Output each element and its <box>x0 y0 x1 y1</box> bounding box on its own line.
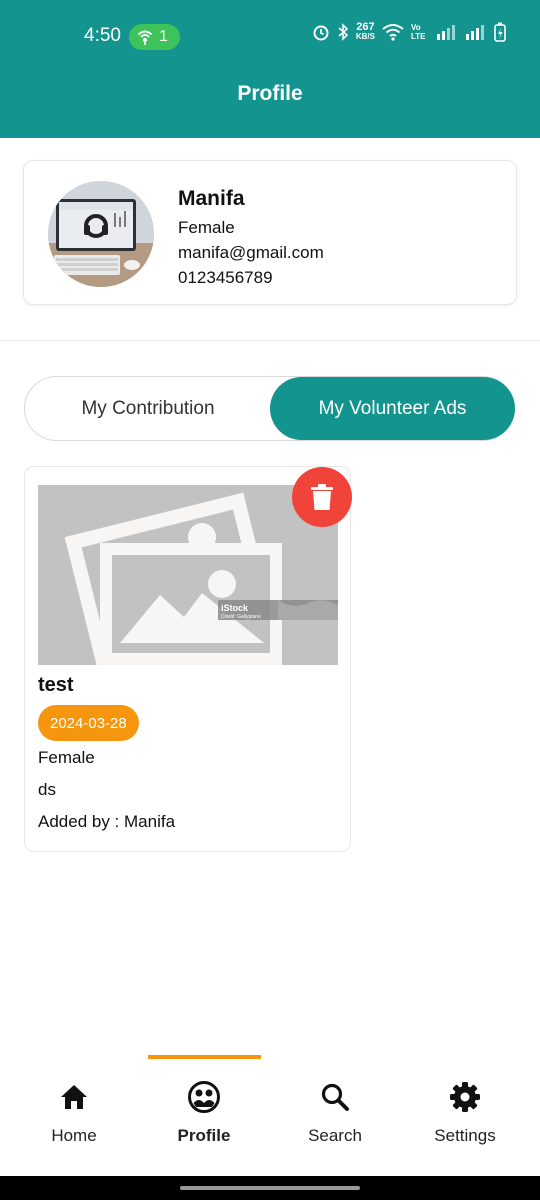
ad-title: test <box>38 674 74 696</box>
avatar-image <box>48 181 154 287</box>
delete-button[interactable] <box>292 467 352 527</box>
nav-item-home[interactable]: Home <box>9 1080 139 1146</box>
nav-label-search: Search <box>308 1126 362 1145</box>
gear-icon <box>448 1080 482 1114</box>
image-placeholder-icon: iStock Credit: Gallypiano <box>38 485 338 665</box>
status-icons: 267 KB/S Vo LTE <box>312 22 506 42</box>
bluetooth-icon <box>338 23 349 41</box>
status-bar: 4:50 1 267 KB/S Vo LTE <box>0 0 540 72</box>
segmented-tabs: My Contribution My Volunteer Ads <box>24 376 515 441</box>
profile-phone: 0123456789 <box>178 268 273 287</box>
signal-icon-2 <box>466 25 484 40</box>
nav-label-profile: Profile <box>177 1126 231 1145</box>
app-bar: Profile <box>0 72 540 138</box>
gesture-handle[interactable] <box>180 1186 360 1190</box>
bottom-navigation: Home Profile Search Settings <box>0 1060 540 1176</box>
home-icon <box>57 1080 91 1114</box>
profile-card: Manifa Female manifa@gmail.com 012345678… <box>23 160 517 305</box>
ad-added-by: Added by : Manifa <box>38 812 176 831</box>
profile-name: Manifa <box>178 187 245 210</box>
nav-label-settings: Settings <box>434 1126 496 1145</box>
page-title: Profile <box>237 82 303 105</box>
signal-icon <box>437 25 455 40</box>
watermark-credit: Credit: Gallypiano <box>221 614 261 620</box>
wifi-icon <box>382 24 404 41</box>
date-badge: 2024-03-28 <box>38 705 139 741</box>
nav-item-settings[interactable]: Settings <box>400 1080 530 1146</box>
battery-icon <box>494 22 506 42</box>
system-gesture-bar <box>0 1176 540 1200</box>
ad-description: ds <box>38 780 56 799</box>
trash-icon <box>311 484 333 510</box>
tab-my-contribution[interactable]: My Contribution <box>25 377 271 440</box>
profile-icon <box>187 1080 221 1114</box>
hotspot-indicator: 1 <box>129 24 180 50</box>
alarm-icon <box>313 25 329 41</box>
tab-my-volunteer-ads[interactable]: My Volunteer Ads <box>270 377 515 440</box>
nav-item-search[interactable]: Search <box>270 1080 400 1146</box>
hotspot-count: 1 <box>159 28 168 45</box>
profile-email: manifa@gmail.com <box>178 243 324 262</box>
divider <box>0 340 540 341</box>
ad-gender: Female <box>38 748 95 767</box>
watermark-text: iStock <box>221 603 249 613</box>
nav-item-profile[interactable]: Profile <box>139 1080 269 1146</box>
profile-gender: Female <box>178 218 235 237</box>
avatar <box>48 181 154 287</box>
network-speed: 267 KB/S <box>355 21 375 42</box>
active-tab-indicator <box>148 1055 261 1059</box>
volte-label: Vo LTE <box>411 23 426 41</box>
hotspot-icon <box>137 30 153 45</box>
ad-image-placeholder: iStock Credit: Gallypiano <box>38 485 338 665</box>
status-time: 4:50 <box>84 25 121 46</box>
volunteer-ad-card[interactable]: iStock Credit: Gallypiano test 2024-03-2… <box>24 466 352 852</box>
nav-label-home: Home <box>51 1126 97 1145</box>
search-icon <box>318 1080 352 1114</box>
